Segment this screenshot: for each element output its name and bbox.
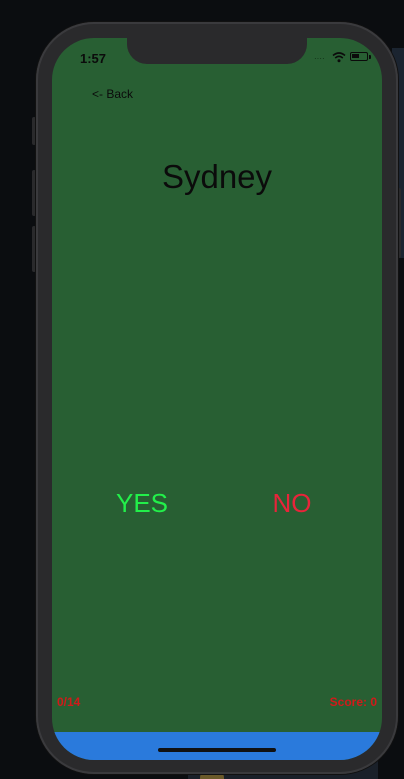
city-title: Sydney — [161, 158, 273, 195]
notch — [127, 38, 307, 64]
app-screen: 1:57 ···· <- Back Sydney YES NO 0/14 Sco… — [52, 38, 382, 760]
progress-counter: 0/14 — [57, 695, 81, 709]
back-button[interactable]: <- Back — [92, 87, 133, 101]
wifi-icon — [332, 52, 346, 63]
battery-icon — [350, 52, 368, 61]
home-indicator[interactable] — [158, 748, 276, 752]
battery-level — [352, 54, 359, 58]
status-icons: ···· — [314, 51, 372, 65]
bottom-bar — [52, 732, 382, 760]
yes-button[interactable]: YES — [92, 488, 192, 519]
no-button[interactable]: NO — [242, 488, 342, 519]
status-time: 1:57 — [80, 51, 107, 66]
score-counter: Score: 0 — [329, 695, 377, 709]
battery-nub — [369, 55, 371, 59]
signal-dots-icon: ···· — [314, 54, 325, 63]
